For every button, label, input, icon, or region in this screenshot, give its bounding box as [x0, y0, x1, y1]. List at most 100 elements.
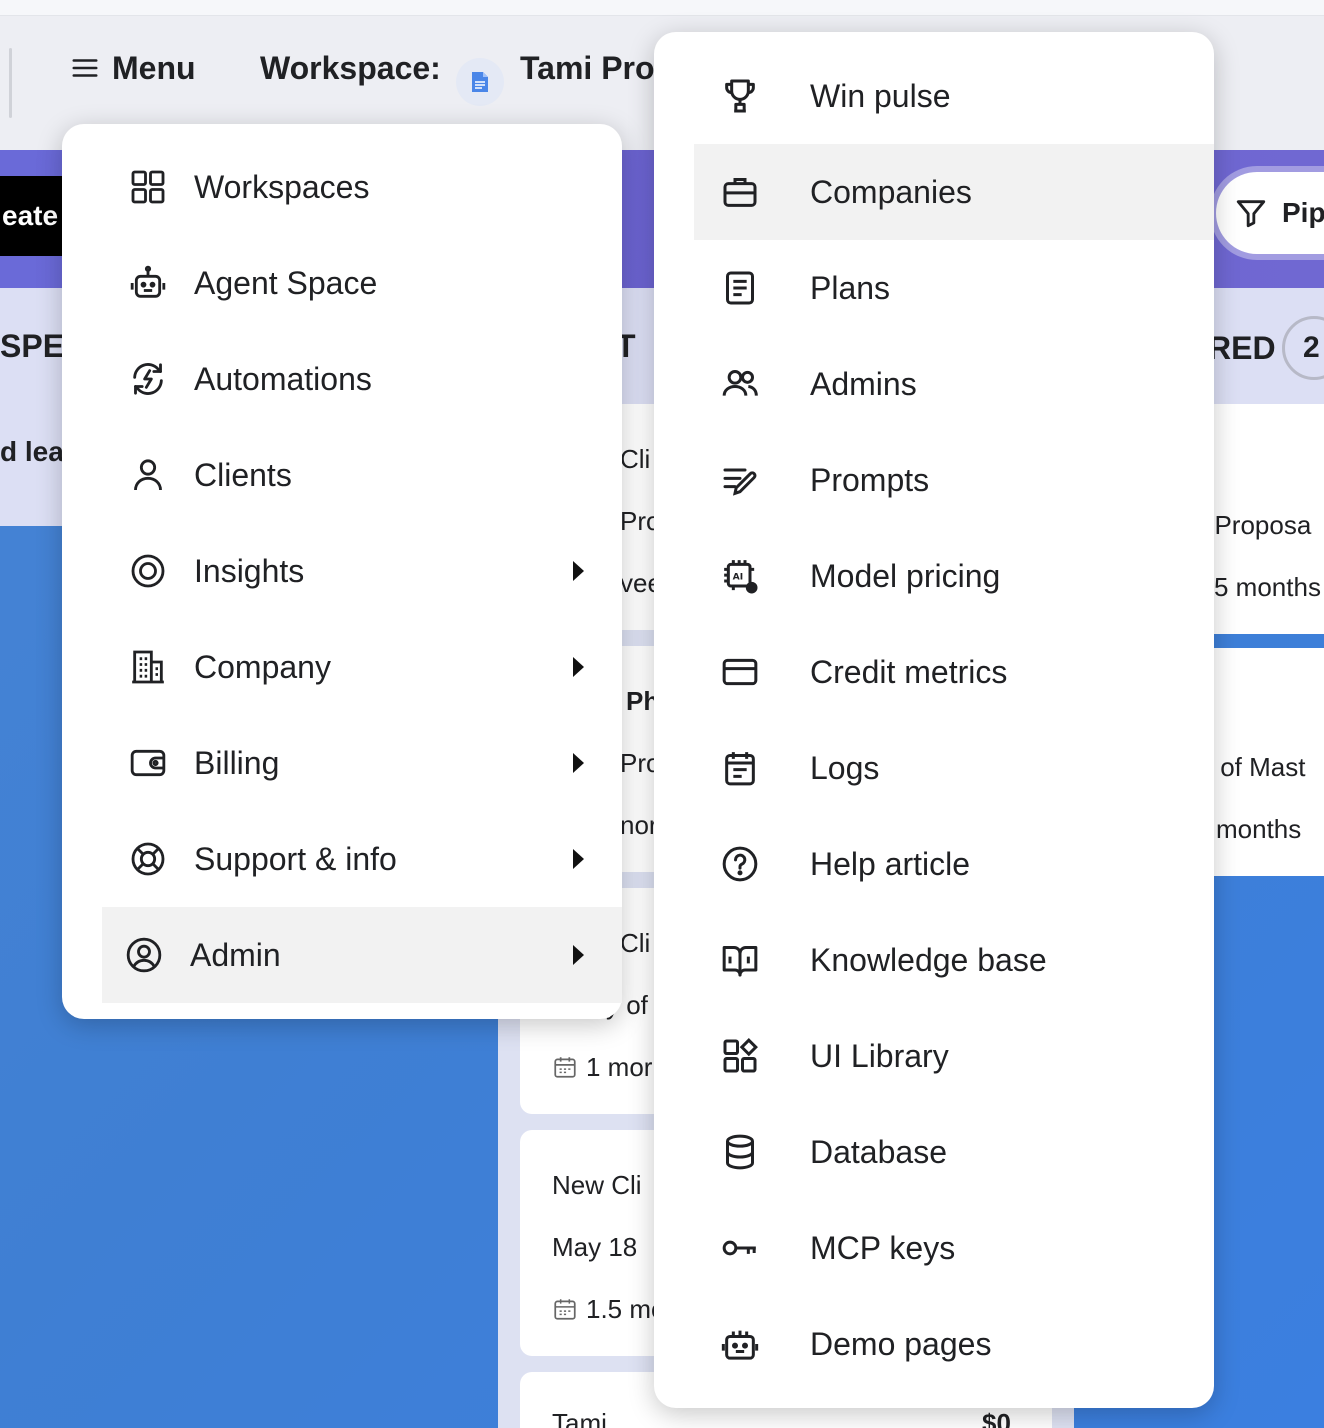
menu-item-admin[interactable]: Admin [102, 907, 622, 1003]
card-line: / Proposa [1200, 510, 1312, 540]
database-icon [720, 1132, 760, 1172]
card-line: Cli [620, 928, 651, 958]
admin-item-plans[interactable]: Plans [694, 240, 1214, 336]
column-header-prospect: SPEC [0, 288, 87, 404]
menu-item-automations[interactable]: Automations [102, 331, 622, 427]
menu-item-agent-space[interactable]: Agent Space [102, 235, 622, 331]
menu-item-label: Company [194, 648, 331, 685]
admin-item-credit-metrics[interactable]: Credit metrics [694, 624, 1214, 720]
users-icon [720, 364, 760, 404]
menu-button[interactable]: Menu [70, 48, 196, 88]
bot-face-icon [720, 1324, 760, 1364]
admin-item-ui-library[interactable]: UI Library [694, 1008, 1214, 1104]
deal-card[interactable]: i y of Mast months [1196, 648, 1324, 876]
pipeline-filter-button[interactable]: Pip [1216, 172, 1324, 254]
admin-item-label: Plans [810, 270, 891, 306]
menu-item-company[interactable]: Company [102, 619, 622, 715]
menu-item-insights[interactable]: Insights [102, 523, 622, 619]
workspace-name[interactable]: Tami Pro [520, 48, 655, 88]
menu-item-label: Clients [194, 456, 292, 493]
admin-item-help-article[interactable]: Help article [694, 816, 1214, 912]
submenu-arrow-icon [573, 657, 584, 677]
admin-item-label: Demo pages [810, 1326, 992, 1362]
calendar-log-icon [720, 748, 760, 788]
card-line: nor [620, 810, 658, 840]
lifebuoy-icon [128, 839, 168, 879]
ai-chip-icon: AI [720, 556, 760, 596]
admin-item-label: Logs [810, 750, 880, 786]
wallet-icon [128, 743, 168, 783]
admin-item-demo-pages[interactable]: Demo pages [694, 1296, 1214, 1392]
admin-submenu-dropdown: Win pulse Companies Plans Admins Prompts… [654, 32, 1214, 1408]
admin-item-knowledge-base[interactable]: Knowledge base [694, 912, 1214, 1008]
submenu-arrow-icon [573, 849, 584, 869]
book-icon [720, 940, 760, 980]
deal-card[interactable]: i / Proposa 5 months [1196, 404, 1324, 634]
target-icon [128, 551, 168, 591]
menu-item-label: Automations [194, 360, 372, 397]
admin-item-database[interactable]: Database [694, 1104, 1214, 1200]
admin-item-label: Win pulse [810, 78, 951, 114]
components-icon [720, 1036, 760, 1076]
card-duration: 1.5 mo [552, 1294, 666, 1325]
create-proposal-button[interactable]: eate p [0, 176, 70, 256]
admin-item-companies[interactable]: Companies [694, 144, 1214, 240]
admin-item-model-pricing[interactable]: AI Model pricing [694, 528, 1214, 624]
briefcase-icon [720, 172, 760, 212]
automation-icon [128, 359, 168, 399]
main-menu-dropdown: Workspaces Agent Space Automations Clien… [62, 124, 622, 1019]
filter-icon [1236, 200, 1266, 228]
admin-item-logs[interactable]: Logs [694, 720, 1214, 816]
robot-icon [128, 263, 168, 303]
workspace-label: Workspace: [260, 50, 441, 86]
menu-button-label: Menu [112, 49, 196, 86]
credit-card-icon [720, 652, 760, 692]
pipeline-filter-label: Pip [1282, 197, 1324, 228]
svg-text:AI: AI [733, 571, 744, 582]
admin-item-label: Database [810, 1134, 947, 1170]
card-line: New Cli [552, 1170, 642, 1200]
admin-item-label: Help article [810, 846, 971, 882]
user-circle-icon [124, 935, 164, 975]
topbar-divider [9, 48, 12, 118]
google-doc-icon [456, 58, 504, 106]
prompt-pen-icon [720, 460, 760, 500]
admin-item-prompts[interactable]: Prompts [694, 432, 1214, 528]
admin-item-label: Knowledge base [810, 942, 1047, 978]
calendar-icon [554, 1299, 576, 1320]
card-line: Cli [620, 444, 651, 474]
admin-item-label: Prompts [810, 462, 930, 498]
admin-item-label: UI Library [810, 1038, 949, 1074]
admin-item-label: Admins [810, 366, 917, 402]
document-icon [720, 268, 760, 308]
calendar-icon [554, 1057, 576, 1078]
card-line: 5 months [1214, 572, 1321, 602]
help-circle-icon [720, 844, 760, 884]
menu-item-workspaces[interactable]: Workspaces [102, 139, 622, 235]
admin-item-label: Credit metrics [810, 654, 1008, 690]
menu-item-support-info[interactable]: Support & info [102, 811, 622, 907]
submenu-arrow-icon [573, 945, 584, 965]
card-line: y of Mast [1200, 752, 1306, 782]
key-icon [720, 1228, 760, 1268]
menu-item-billing[interactable]: Billing [102, 715, 622, 811]
menu-item-label: Insights [194, 552, 305, 589]
menu-item-label: Billing [194, 744, 280, 781]
hamburger-icon [72, 59, 98, 77]
menu-item-label: Support & info [194, 840, 397, 877]
menu-item-label: Admin [190, 936, 281, 973]
admin-item-label: MCP keys [810, 1230, 956, 1266]
menu-item-clients[interactable]: Clients [102, 427, 622, 523]
card-line: months [1216, 814, 1302, 844]
card-line: Tami [552, 1408, 607, 1428]
card-value: $0 [982, 1408, 1011, 1428]
admin-item-win-pulse[interactable]: Win pulse [694, 48, 1214, 144]
grid-icon [128, 167, 168, 207]
admin-item-admins[interactable]: Admins [694, 336, 1214, 432]
card-line: 1 mor [586, 1052, 653, 1082]
admin-item-label: Companies [810, 174, 972, 210]
card-duration: 1 mor [552, 1052, 652, 1083]
browser-strip [0, 0, 1324, 16]
menu-item-label: Workspaces [194, 168, 370, 205]
admin-item-mcp-keys[interactable]: MCP keys [694, 1200, 1214, 1296]
